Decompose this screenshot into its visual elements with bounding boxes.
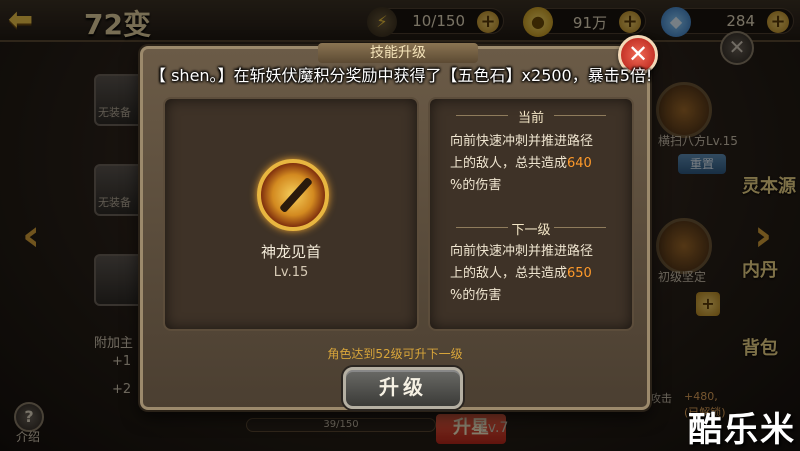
skill-upgrade-dialog: 技能升级 ✕ 神龙见首 Lv.15 当前 向前快速冲刺并推进路径 上的敌人，总共… — [140, 35, 658, 410]
damage-value: 640 — [567, 156, 592, 171]
skill-level: Lv.15 — [273, 265, 309, 280]
skill-info-panel: 神龙见首 Lv.15 — [163, 97, 419, 331]
desc-line: %的伤害 — [450, 175, 624, 197]
desc-text: %的伤害 — [450, 178, 502, 193]
upgrade-button[interactable]: 升级 — [343, 367, 463, 409]
weapon-glyph — [278, 176, 314, 214]
system-broadcast: 【 shen。】在斩妖伏魔积分奖励中获得了【五色石】x2500，暴击5倍! — [150, 66, 653, 85]
current-heading: 当前 — [430, 107, 632, 126]
skill-effect-panel: 当前 向前快速冲刺并推进路径 上的敌人，总共造成640 %的伤害 下一级 向前快… — [428, 97, 634, 331]
next-heading: 下一级 — [430, 219, 632, 238]
dragon-skill-icon — [257, 159, 329, 231]
desc-line: %的伤害 — [450, 285, 624, 307]
next-description: 向前快速冲刺并推进路径 上的敌人，总共造成650 %的伤害 — [450, 241, 624, 307]
desc-text: 上的敌人，总共造成 — [450, 266, 568, 281]
current-description: 向前快速冲刺并推进路径 上的敌人，总共造成640 %的伤害 — [450, 131, 624, 197]
desc-text: 上的敌人，总共造成 — [450, 156, 568, 171]
desc-line: 上的敌人，总共造成650 — [450, 263, 624, 285]
desc-line: 向前快速冲刺并推进路径 — [450, 244, 594, 259]
damage-value: 650 — [567, 266, 592, 281]
desc-text: %的伤害 — [450, 288, 502, 303]
desc-line: 上的敌人，总共造成640 — [450, 153, 624, 175]
skill-name: 神龙见首 — [260, 243, 321, 261]
desc-line: 向前快速冲刺并推进路径 — [450, 134, 594, 149]
watermark: 酷乐米 — [688, 410, 796, 450]
dialog-title: 技能升级 — [318, 43, 478, 63]
level-requirement: 角色达到52级可升下一级 — [327, 347, 463, 361]
